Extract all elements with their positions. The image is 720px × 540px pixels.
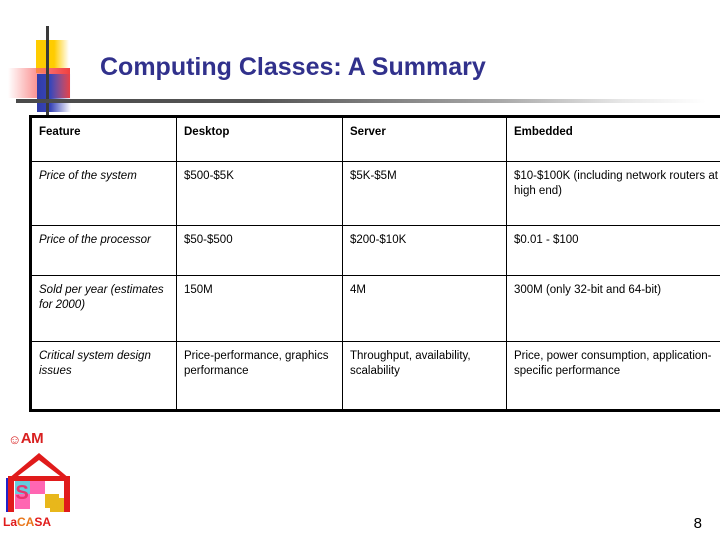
lacasa-sa: SA: [34, 515, 52, 529]
am-label: ☺AM: [8, 430, 44, 447]
cell-desktop: 150M: [176, 275, 343, 342]
cell-embedded: $0.01 - $100: [506, 225, 720, 276]
cell-server: $200-$10K: [342, 225, 507, 276]
cell-embedded: $10-$100K (including network routers at …: [506, 161, 720, 226]
column-header-server: Server: [342, 117, 507, 162]
table-header-row: Feature Desktop Server Embedded: [31, 117, 720, 162]
cell-server: $5K-$5M: [342, 161, 507, 226]
column-header-embedded: Embedded: [506, 117, 720, 162]
cell-embedded: 300M (only 32-bit and 64-bit): [506, 275, 720, 342]
cell-desktop: $50-$500: [176, 225, 343, 276]
page-title: Computing Classes: A Summary: [100, 53, 486, 81]
cell-feature: Sold per year (estimates for 2000): [31, 275, 177, 342]
table-row: Price of the processor $50-$500 $200-$10…: [31, 225, 720, 276]
cell-server: 4M: [342, 275, 507, 342]
lacasa-ca: CA: [17, 515, 35, 529]
svg-text:S: S: [15, 482, 28, 504]
column-header-desktop: Desktop: [176, 117, 343, 162]
page-number: 8: [693, 515, 702, 532]
cell-server: Throughput, availability, scalability: [342, 341, 507, 410]
cell-desktop: $500-$5K: [176, 161, 343, 226]
smiley-icon: ☺: [8, 432, 21, 447]
cell-feature: Price of the system: [31, 161, 177, 226]
column-header-feature: Feature: [31, 117, 177, 162]
table-row: Sold per year (estimates for 2000) 150M …: [31, 275, 720, 342]
cell-embedded: Price, power consumption, application-sp…: [506, 341, 720, 410]
svg-text:a: a: [47, 492, 58, 513]
comparison-table: Feature Desktop Server Embedded Price of…: [31, 117, 720, 410]
lacasa-la: La: [3, 515, 18, 529]
ornament-horizontal-line: [16, 99, 706, 103]
am-text: AM: [20, 430, 44, 447]
comparison-table-container: Feature Desktop Server Embedded Price of…: [29, 115, 720, 412]
cell-feature: Critical system design issues: [31, 341, 177, 410]
table-row: Price of the system $500-$5K $5K-$5M $10…: [31, 161, 720, 226]
ornament-blue-square: [37, 74, 71, 112]
table-row: Critical system design issues Price-perf…: [31, 341, 720, 410]
lacasa-wordmark: LaCASA: [3, 515, 51, 529]
house-icon: S a: [6, 452, 72, 514]
cell-desktop: Price-performance, graphics performance: [176, 341, 343, 410]
lacasa-logo: ☺AM S a LaCASA: [2, 430, 88, 536]
ornament-vertical-line: [46, 26, 49, 118]
cell-feature: Price of the processor: [31, 225, 177, 276]
